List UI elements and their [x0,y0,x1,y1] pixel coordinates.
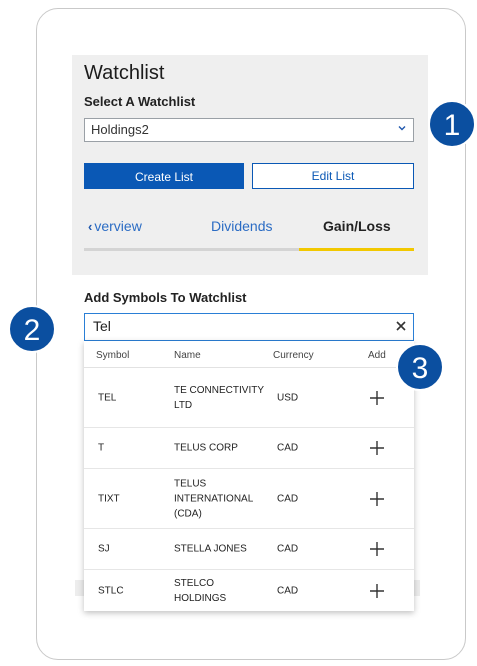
watchlist-select-value: Holdings2 [91,122,149,137]
result-row[interactable]: T TELUS CORP CAD [84,428,414,469]
results-header: Symbol Name Currency Add [84,341,414,368]
result-name: STELLA JONES [174,543,247,555]
result-symbol: SJ [98,543,110,555]
watchlist-select[interactable]: Holdings2 [84,118,414,142]
callout-badge: 2 [8,305,56,353]
select-watchlist-label: Select A Watchlist [84,94,196,109]
chevron-down-icon [398,126,406,131]
result-name: TELUS INTERNATIONAL (CDA) [174,478,253,519]
plus-icon[interactable] [369,583,385,599]
watchlist-tabs: ‹ verview Dividends Gain/Loss [84,210,414,256]
result-symbol: STLC [98,585,124,597]
create-list-button[interactable]: Create List [84,163,244,189]
chevron-left-icon[interactable]: ‹ [88,219,92,234]
result-name: STELCO HOLDINGS [174,578,227,604]
header-add: Add [368,350,386,361]
result-currency: CAD [277,442,299,454]
symbol-search-input[interactable]: Tel [84,313,414,341]
tab-overview-label: verview [94,218,142,234]
close-icon[interactable] [395,320,407,332]
result-currency: CAD [277,493,299,504]
result-row[interactable]: SJ STELLA JONES CAD [84,529,414,570]
result-row[interactable]: TIXT TELUS INTERNATIONAL (CDA) CAD [84,469,414,529]
result-currency: CAD [277,585,299,597]
search-query: Tel [93,318,111,334]
watchlist-title: Watchlist [84,62,165,84]
header-name: Name [174,350,201,361]
search-results-dropdown: Symbol Name Currency Add TEL TE CONNECTI… [84,341,414,611]
plus-icon[interactable] [369,541,385,557]
plus-icon[interactable] [369,491,385,507]
result-symbol: TIXT [98,493,120,504]
result-row[interactable]: STLC STELCO HOLDINGS CAD [84,570,414,611]
tab-overview[interactable]: ‹ verview [88,218,142,234]
edit-list-button[interactable]: Edit List [252,163,414,189]
result-symbol: T [98,442,105,454]
result-row[interactable]: TEL TE CONNECTIVITY LTD USD [84,368,414,428]
plus-icon[interactable] [369,440,385,456]
header-currency: Currency [273,350,314,361]
add-symbols-title: Add Symbols To Watchlist [84,290,247,305]
tab-active-indicator [299,248,414,251]
tab-gain-loss[interactable]: Gain/Loss [323,218,391,234]
result-name: TELUS CORP [174,442,238,454]
result-currency: USD [277,392,299,403]
result-symbol: TEL [98,392,117,403]
header-symbol: Symbol [96,350,130,361]
callout-badge: 1 [428,100,476,148]
tab-dividends[interactable]: Dividends [211,218,272,234]
result-name: TE CONNECTIVITY LTD [174,384,264,411]
plus-icon[interactable] [369,390,385,406]
result-currency: CAD [277,543,299,555]
callout-badge: 3 [396,343,444,391]
